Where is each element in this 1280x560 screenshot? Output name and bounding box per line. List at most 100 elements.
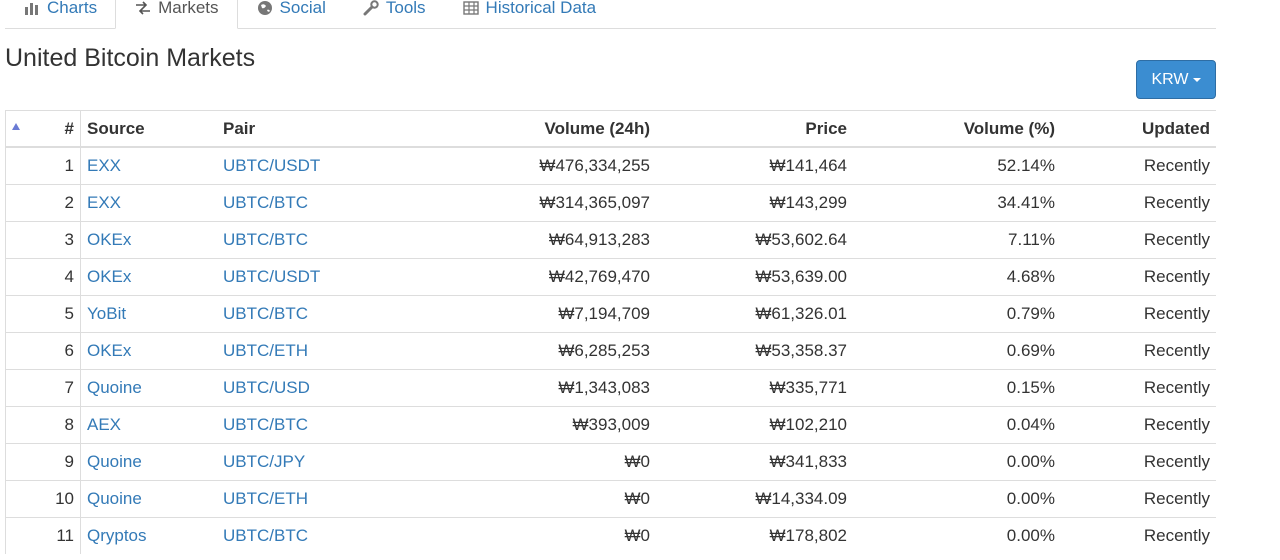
- pair-link[interactable]: UBTC/USDT: [223, 267, 320, 286]
- volume-percent-value: 0.04%: [853, 406, 1061, 444]
- source-link-cell: OKEx: [80, 332, 217, 370]
- source-link[interactable]: Quoine: [87, 452, 142, 471]
- row-number: 4: [46, 258, 81, 296]
- row-number: 6: [46, 332, 81, 370]
- table-row: 3 OKEx UBTC/BTC ₩64,913,283 ₩53,602.64 7.11% R…: [5, 221, 1216, 259]
- volume-value: ₩314,365,097: [389, 184, 656, 222]
- header-source[interactable]: Source: [80, 110, 217, 148]
- price-value: ₩53,602.64: [656, 221, 853, 259]
- pair-link[interactable]: UBTC/BTC: [223, 415, 308, 434]
- row-spacer-cell: [5, 221, 46, 259]
- pair-link[interactable]: UBTC/ETH: [223, 489, 308, 508]
- updated-value: Recently: [1061, 332, 1216, 370]
- updated-value: Recently: [1061, 443, 1216, 481]
- source-link[interactable]: OKEx: [87, 267, 131, 286]
- table-row: 1 EXX UBTC/USDT ₩476,334,255 ₩141,464 52.14% R…: [5, 146, 1216, 185]
- pair-link[interactable]: UBTC/JPY: [223, 452, 305, 471]
- source-link[interactable]: EXX: [87, 193, 121, 212]
- table-row: 10 Quoine UBTC/ETH ₩0 ₩14,334.09 0.00% Recentl…: [5, 480, 1216, 518]
- table-row: 11 Qryptos UBTC/BTC ₩0 ₩178,802 0.00% Recently: [5, 517, 1216, 554]
- price-value: ₩341,833: [656, 443, 853, 481]
- source-link[interactable]: Qryptos: [87, 526, 147, 545]
- volume-percent-value: 0.00%: [853, 443, 1061, 481]
- price-value: ₩143,299: [656, 184, 853, 222]
- currency-dropdown-button[interactable]: KRW: [1136, 60, 1216, 99]
- header-updated[interactable]: Updated: [1061, 110, 1216, 148]
- source-link-cell: EXX: [80, 146, 217, 185]
- table-row: 8 AEX UBTC/BTC ₩393,009 ₩102,210 0.04% Recentl…: [5, 406, 1216, 444]
- tab-historical-data[interactable]: Historical Data: [444, 0, 615, 28]
- source-link-cell: Quoine: [80, 443, 217, 481]
- pair-link-cell: UBTC/ETH: [217, 332, 389, 370]
- pair-link-cell: UBTC/JPY: [217, 443, 389, 481]
- bar-chart-icon: [23, 0, 41, 16]
- volume-value: ₩0: [389, 517, 656, 554]
- price-value: ₩53,639.00: [656, 258, 853, 296]
- volume-value: ₩64,913,283: [389, 221, 656, 259]
- updated-value: Recently: [1061, 295, 1216, 333]
- source-link-cell: YoBit: [80, 295, 217, 333]
- volume-value: ₩7,194,709: [389, 295, 656, 333]
- volume-value: ₩476,334,255: [389, 146, 656, 185]
- price-value: ₩102,210: [656, 406, 853, 444]
- caret-down-icon: [1192, 77, 1201, 82]
- source-link[interactable]: AEX: [87, 415, 121, 434]
- price-value: ₩141,464: [656, 146, 853, 185]
- pair-link[interactable]: UBTC/ETH: [223, 341, 308, 360]
- pair-link-cell: UBTC/USDT: [217, 258, 389, 296]
- pair-link-cell: UBTC/USD: [217, 369, 389, 407]
- header-price[interactable]: Price: [656, 110, 853, 148]
- updated-value: Recently: [1061, 406, 1216, 444]
- source-link[interactable]: YoBit: [87, 304, 126, 323]
- pair-link[interactable]: UBTC/BTC: [223, 230, 308, 249]
- header-volume-percent[interactable]: Volume (%): [853, 110, 1061, 148]
- volume-value: ₩6,285,253: [389, 332, 656, 370]
- source-link[interactable]: OKEx: [87, 341, 131, 360]
- volume-percent-value: 0.00%: [853, 517, 1061, 554]
- row-spacer-cell: [5, 332, 46, 370]
- volume-percent-value: 4.68%: [853, 258, 1061, 296]
- table-row: 2 EXX UBTC/BTC ₩314,365,097 ₩143,299 34.41% Re…: [5, 184, 1216, 222]
- table-row: 5 YoBit UBTC/BTC ₩7,194,709 ₩61,326.01 0.79% R…: [5, 295, 1216, 333]
- source-link[interactable]: Quoine: [87, 489, 142, 508]
- source-link-cell: AEX: [80, 406, 217, 444]
- table-grid-icon: [462, 0, 480, 16]
- pair-link-cell: UBTC/ETH: [217, 480, 389, 518]
- pair-link[interactable]: UBTC/USDT: [223, 156, 320, 175]
- table-header-row: # Source Pair Volume (24h) Price Volume …: [5, 110, 1216, 148]
- tab-label: Social: [279, 0, 326, 17]
- table-row: 7 Quoine UBTC/USD ₩1,343,083 ₩335,771 0.15% Re…: [5, 369, 1216, 407]
- tab-markets[interactable]: Markets: [115, 0, 238, 29]
- sort-ascending-icon: [12, 122, 20, 130]
- tab-label: Charts: [47, 0, 98, 17]
- tab-charts[interactable]: Charts: [5, 0, 115, 28]
- pair-link-cell: UBTC/USDT: [217, 146, 389, 185]
- header-pair[interactable]: Pair: [217, 110, 389, 148]
- source-link-cell: OKEx: [80, 258, 217, 296]
- price-value: ₩14,334.09: [656, 480, 853, 518]
- row-number: 3: [46, 221, 81, 259]
- source-link[interactable]: OKEx: [87, 230, 131, 249]
- updated-value: Recently: [1061, 221, 1216, 259]
- header-volume[interactable]: Volume (24h): [389, 110, 656, 148]
- pair-link[interactable]: UBTC/USD: [223, 378, 310, 397]
- row-number: 1: [46, 146, 81, 185]
- pair-link[interactable]: UBTC/BTC: [223, 193, 308, 212]
- volume-value: ₩42,769,470: [389, 258, 656, 296]
- row-number: 7: [46, 369, 81, 407]
- exchange-arrows-icon: [134, 0, 152, 16]
- sort-column-header[interactable]: [5, 110, 46, 148]
- price-value: ₩335,771: [656, 369, 853, 407]
- tab-tools[interactable]: Tools: [344, 0, 444, 28]
- tab-social[interactable]: Social: [238, 0, 344, 28]
- header-number[interactable]: #: [46, 110, 81, 148]
- source-link[interactable]: Quoine: [87, 378, 142, 397]
- row-spacer-cell: [5, 146, 46, 185]
- price-value: ₩53,358.37: [656, 332, 853, 370]
- row-spacer-cell: [5, 258, 46, 296]
- pair-link[interactable]: UBTC/BTC: [223, 304, 308, 323]
- updated-value: Recently: [1061, 146, 1216, 185]
- source-link[interactable]: EXX: [87, 156, 121, 175]
- table-row: 9 Quoine UBTC/JPY ₩0 ₩341,833 0.00% Recently: [5, 443, 1216, 481]
- pair-link[interactable]: UBTC/BTC: [223, 526, 308, 545]
